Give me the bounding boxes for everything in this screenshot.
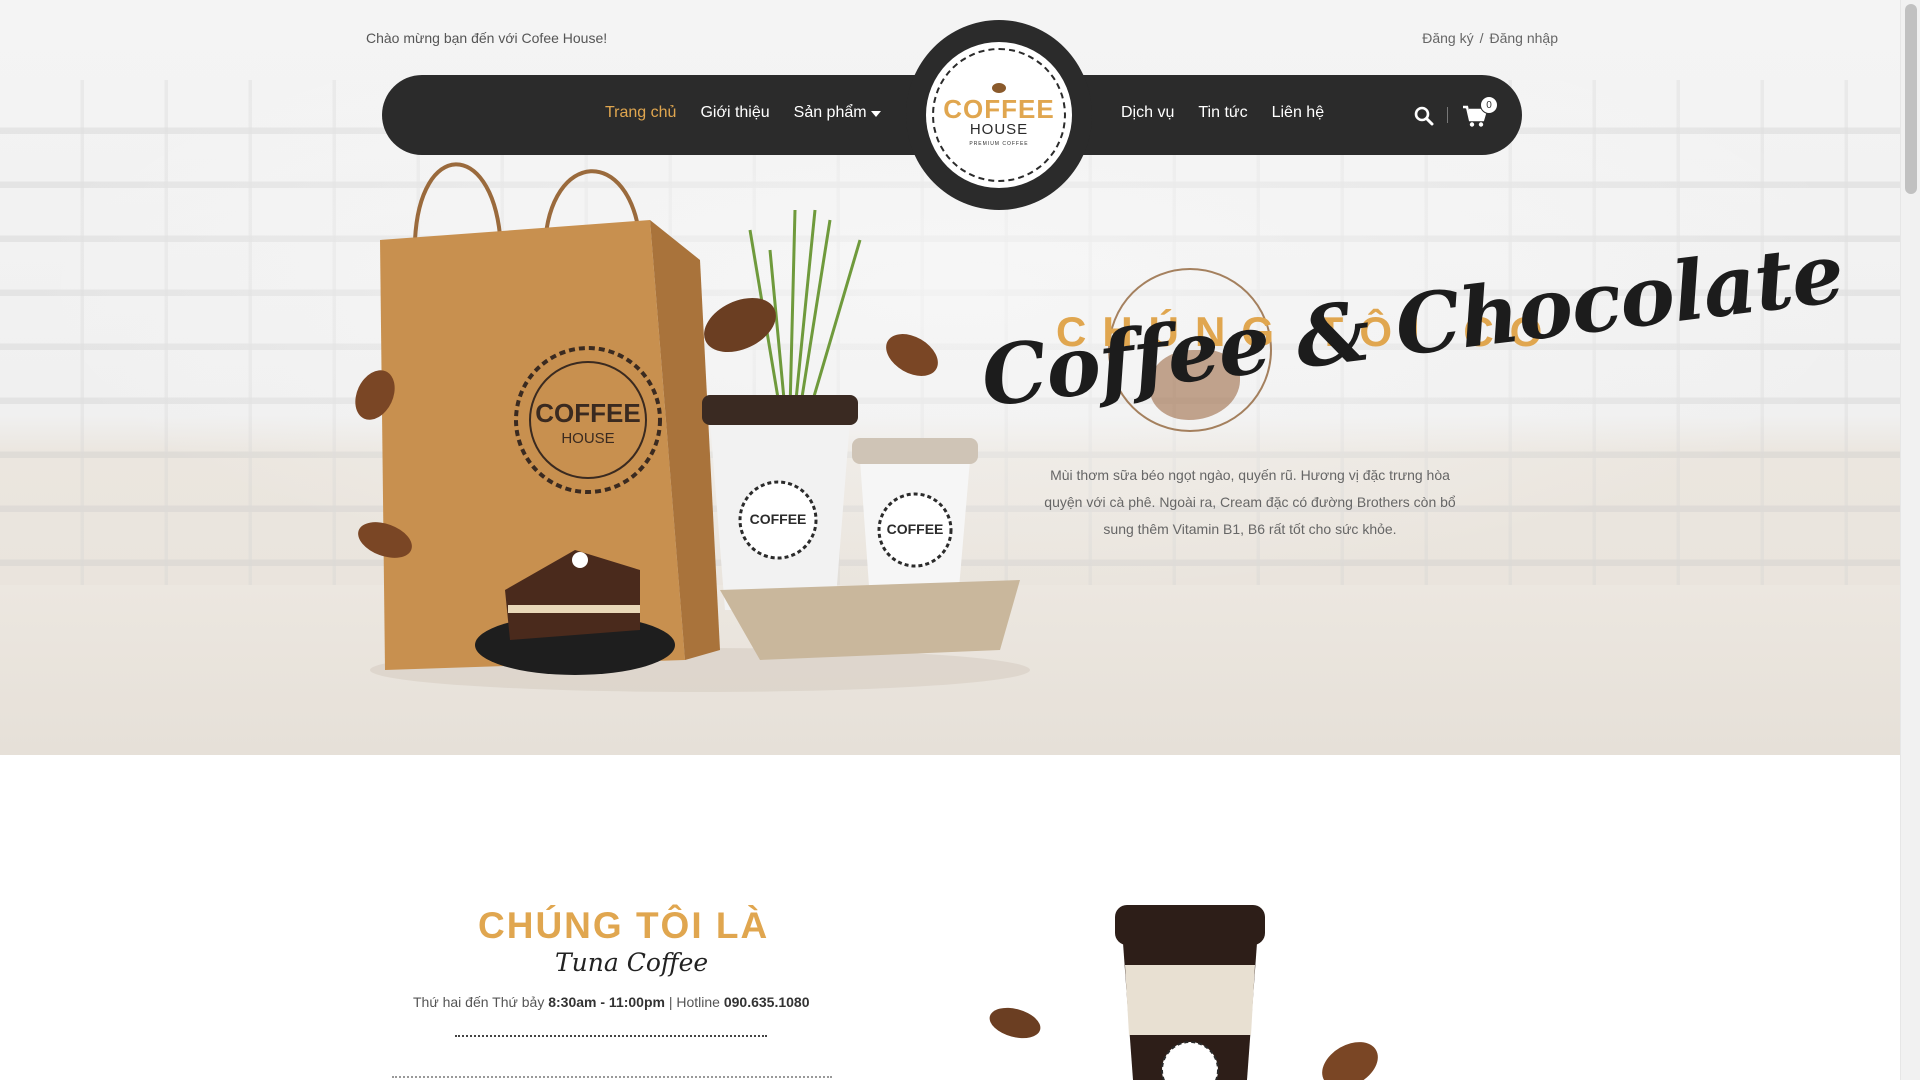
hours-prefix: Thứ hai đến Thứ bảy	[413, 994, 549, 1010]
hours-value: 8:30am - 11:00pm	[548, 994, 665, 1010]
logo-word-house: HOUSE	[969, 121, 1029, 139]
nav-item-contact[interactable]: Liên hệ	[1272, 104, 1325, 122]
about-title: CHÚNG TÔI LÀ	[478, 905, 770, 946]
about-text-cutoff	[392, 1076, 832, 1080]
bag-handle	[413, 162, 502, 241]
nav-right-group: Dịch vụ Tin tức Liên hệ	[1121, 104, 1324, 122]
cutoff-text-line	[392, 1076, 832, 1080]
logo-tagline: PREMIUM COFFEE	[969, 140, 1029, 147]
scrollbar-thumb[interactable]	[1905, 4, 1917, 194]
cup-carrier	[720, 580, 1020, 660]
cart-count-badge: 0	[1480, 96, 1498, 114]
nav-item-services[interactable]: Dịch vụ	[1121, 104, 1174, 122]
coffee-bean	[989, 1007, 1041, 1039]
nav-item-products[interactable]: Sản phẩm	[794, 104, 881, 122]
coffee-bean	[1322, 1042, 1378, 1080]
hotline-value: 090.635.1080	[723, 994, 810, 1010]
cup-lid	[1115, 905, 1265, 945]
nav-item-home[interactable]: Trang chủ	[605, 104, 676, 122]
large-cup-logo-text: COFFEE	[750, 511, 807, 527]
nav-item-news[interactable]: Tin tức	[1198, 104, 1247, 122]
logo-word-coffee: COFFEE	[943, 94, 1055, 125]
large-cup-lid	[702, 395, 858, 425]
dotted-divider	[455, 1035, 767, 1037]
login-link[interactable]: Đăng nhập	[1489, 30, 1558, 46]
small-cup-logo-text: COFFEE	[887, 521, 944, 537]
coffee-bean-icon	[992, 83, 1006, 94]
nav-separator	[1447, 107, 1448, 123]
welcome-text: Chào mừng bạn đến với Cofee House!	[366, 30, 608, 46]
site-logo[interactable]: COFFEE HOUSE PREMIUM COFFEE	[926, 42, 1072, 188]
cake-topping	[572, 552, 588, 568]
auth-separator: /	[1479, 30, 1484, 46]
page-scrollbar[interactable]	[1900, 0, 1920, 1080]
bag-logo-word1: COFFEE	[535, 398, 640, 428]
small-cup-lid	[852, 438, 978, 464]
register-link[interactable]: Đăng ký	[1422, 30, 1473, 46]
coffee-bean	[886, 334, 938, 376]
cake-cream-layer	[508, 605, 640, 613]
coffee-products-image: COFFEE HOUSE COFFEE COFFEE	[355, 162, 1030, 692]
nav-item-products-label: Sản phẩm	[793, 104, 867, 121]
cup-sleeve	[1125, 965, 1255, 1035]
opening-hours: Thứ hai đến Thứ bảy 8:30am - 11:00pm | H…	[413, 994, 810, 1010]
about-brand-script: Tuna Coffee	[555, 948, 709, 977]
nav-item-about[interactable]: Giới thiệu	[700, 104, 769, 122]
nav-left-group: Trang chủ Giới thiệu Sản phẩm	[605, 104, 881, 122]
auth-links: Đăng ký / Đăng nhập	[1422, 30, 1558, 46]
caret-down-icon	[870, 111, 881, 117]
hotline-prefix: | Hotline	[664, 994, 724, 1010]
search-icon[interactable]	[1414, 106, 1434, 126]
coffee-cup-image	[989, 905, 1378, 1080]
bag-logo-word2: HOUSE	[561, 430, 614, 447]
hero-description: Mùi thơm sữa béo ngọt ngào, quyến rũ. Hư…	[1044, 467, 1456, 537]
